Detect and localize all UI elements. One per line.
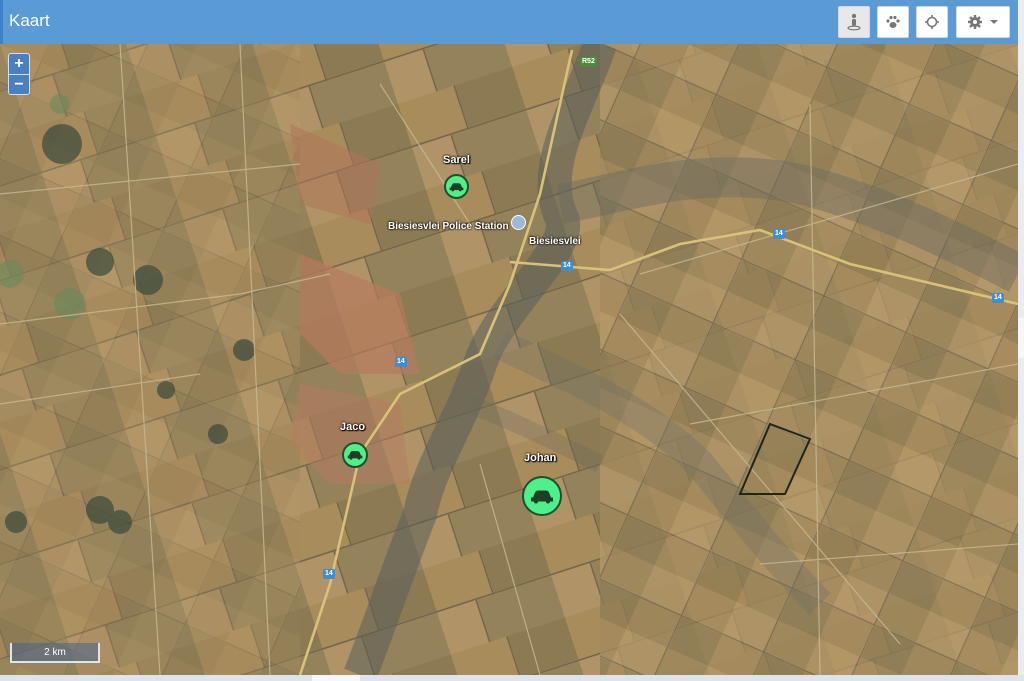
map-canvas[interactable] (0, 44, 1018, 675)
car-icon (449, 182, 464, 191)
road-shield-14-east: 14 (773, 229, 785, 239)
bottom-panel-edge (0, 675, 1024, 681)
street-view-button[interactable] (838, 6, 870, 38)
gear-icon (968, 15, 982, 29)
bottom-panel-toggle[interactable] (312, 675, 360, 681)
zoom-in-button[interactable]: + (9, 54, 29, 74)
crosshair-icon (925, 15, 939, 29)
vehicle-marker-johan[interactable] (522, 476, 562, 516)
road-shield-14-south: 14 (323, 569, 335, 579)
road-shield-14-center: 14 (395, 357, 407, 367)
road-shield-14-town: 14 (561, 261, 573, 271)
side-panel-toggle[interactable] (1018, 318, 1024, 358)
vehicle-label: Johan (524, 452, 557, 464)
car-icon (531, 490, 553, 503)
road-shield-14-far-east: 14 (992, 293, 1004, 303)
vehicle-label: Jaco (340, 421, 366, 433)
paw-icon (886, 15, 900, 28)
satellite-imagery (0, 44, 1018, 675)
zoom-control: + − (8, 53, 30, 95)
town-label: Biesiesvlei (529, 236, 581, 247)
locate-button[interactable] (916, 6, 948, 38)
settings-button[interactable] (956, 6, 1010, 38)
vehicle-marker-jaco[interactable] (342, 442, 368, 468)
scale-bar: 2 km (10, 643, 100, 663)
chevron-down-icon (990, 20, 998, 24)
police-station-label: Biesiesvlei Police Station (388, 221, 509, 232)
vehicle-label: Sarel (443, 154, 470, 166)
police-station-icon[interactable] (511, 215, 526, 230)
pegman-icon (847, 13, 861, 31)
zoom-out-button[interactable]: − (9, 75, 29, 95)
page-title: Kaart (9, 11, 50, 30)
paw-button[interactable] (877, 6, 909, 38)
road-shield-r52: R52 (580, 57, 597, 67)
car-icon (347, 451, 363, 460)
vehicle-marker-sarel[interactable] (444, 174, 469, 199)
